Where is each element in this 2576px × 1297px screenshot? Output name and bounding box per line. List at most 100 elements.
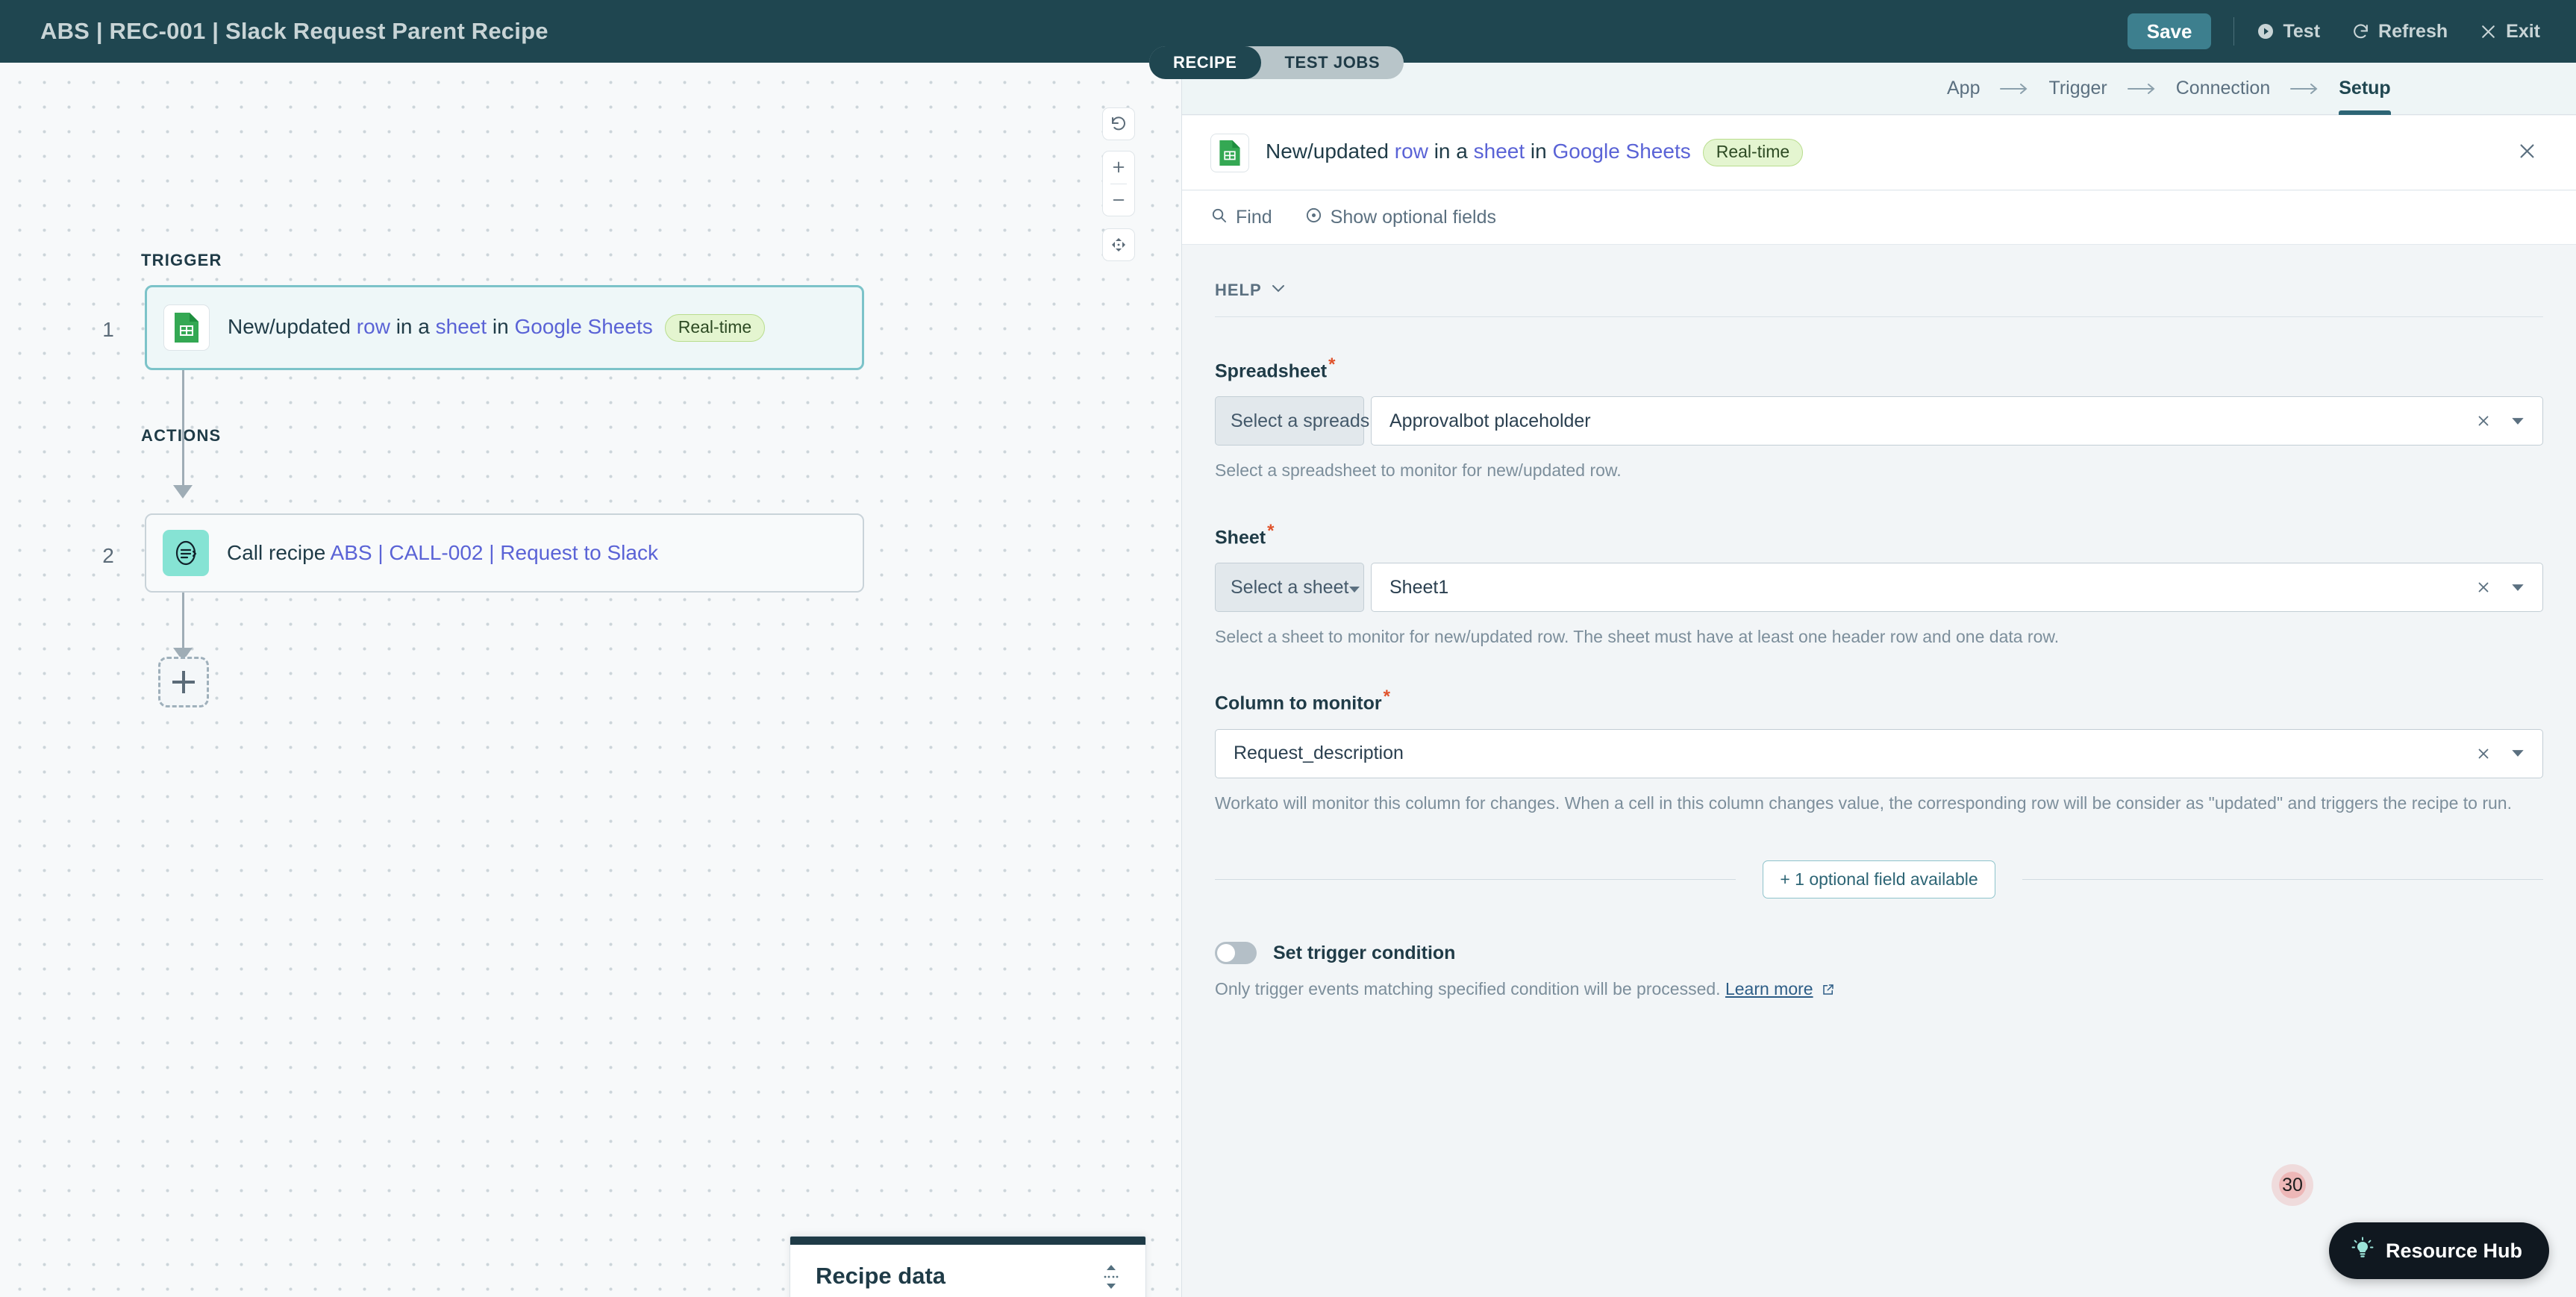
clear-icon[interactable]: [2466, 404, 2501, 438]
breadcrumb-item-trigger[interactable]: Trigger: [2048, 63, 2107, 115]
show-optional-fields-button[interactable]: Show optional fields: [1305, 207, 1496, 229]
trigger-section-label: TRIGGER: [141, 251, 222, 269]
trigger-condition-row: Set trigger condition: [1215, 942, 2543, 965]
panel-title-part-2: in a: [1428, 139, 1474, 163]
optional-fields-button[interactable]: + 1 optional field available: [1763, 860, 1995, 899]
field-hint-spreadsheet: Select a spreadsheet to monitor for new/…: [1215, 460, 1622, 481]
tab-test-jobs[interactable]: TEST JOBS: [1261, 46, 1404, 79]
zoom-out-button[interactable]: [1102, 184, 1135, 216]
panel-toolbar: Find Show optional fields: [1182, 191, 2576, 245]
breadcrumb-item-connection[interactable]: Connection: [2176, 63, 2270, 115]
recipe-step-trigger[interactable]: New/updated row in a sheet in Google She…: [145, 285, 864, 370]
trigger-text-link-app[interactable]: Google Sheets: [514, 314, 652, 337]
undo-icon[interactable]: [1102, 108, 1135, 140]
field-hint-column-to-monitor: Workato will monitor this column for cha…: [1215, 793, 2512, 813]
target-icon: [1305, 207, 1322, 229]
field-label-text: Column to monitor: [1215, 693, 1382, 714]
trigger-step-text: New/updated row in a sheet in Google She…: [228, 313, 766, 342]
spreadsheet-value-field[interactable]: Approvalbot placeholder: [1371, 396, 2543, 446]
refresh-icon: [2351, 22, 2370, 41]
field-column-to-monitor: Column to monitor* Request_description W…: [1215, 687, 2543, 816]
step-connector-arrow-1: [173, 485, 193, 499]
sheet-mode-label: Select a sheet: [1231, 576, 1349, 598]
step-config-panel: App Trigger Connection Setup New/updated…: [1181, 63, 2576, 1297]
canvas-zoom-controls[interactable]: [1102, 151, 1135, 216]
panel-title-link-app[interactable]: Google Sheets: [1552, 140, 1690, 163]
help-toggle[interactable]: HELP: [1215, 281, 1286, 300]
panel-title-link-sheet[interactable]: sheet: [1474, 140, 1525, 163]
resource-hub-button[interactable]: Resource Hub: [2328, 1222, 2549, 1279]
divider-line-left: [1215, 879, 1736, 881]
breadcrumb-item-app[interactable]: App: [1947, 63, 1980, 115]
trigger-text-part-0: New/updated: [228, 314, 357, 338]
field-label-spreadsheet: Spreadsheet*: [1215, 354, 2543, 382]
field-label-text: Sheet: [1215, 527, 1266, 548]
help-label: HELP: [1215, 281, 1262, 299]
fit-to-screen-icon[interactable]: [1102, 229, 1135, 260]
actions-section-label: ACTIONS: [141, 426, 222, 445]
resource-hub-badge: 30: [2272, 1164, 2313, 1206]
canvas-fit-button[interactable]: [1102, 228, 1135, 261]
recipe-canvas[interactable]: TRIGGER ACTIONS 1 2 New/updated row in a…: [0, 63, 1181, 1297]
step-number-2: 2: [102, 544, 114, 567]
tab-recipe[interactable]: RECIPE: [1149, 46, 1261, 79]
step-number-1: 1: [102, 318, 114, 341]
add-step-button[interactable]: [158, 657, 209, 707]
set-trigger-condition-toggle[interactable]: [1215, 942, 1257, 965]
recipe-step-action[interactable]: Call recipe ABS | CALL-002 | Request to …: [145, 513, 864, 593]
save-button[interactable]: Save: [2127, 13, 2212, 49]
breadcrumb-item-setup[interactable]: Setup: [2339, 63, 2392, 115]
find-label: Find: [1236, 207, 1272, 228]
field-control-row: Request_description: [1215, 728, 2543, 778]
google-sheets-icon: [163, 304, 210, 351]
setup-form: HELP Spreadsheet* Select a spreadsheet A…: [1182, 245, 2576, 1297]
show-optional-fields-label: Show optional fields: [1330, 207, 1497, 228]
column-to-monitor-value: Request_description: [1234, 743, 1404, 764]
action-text-link-recipe[interactable]: ABS | CALL-002 | Request to Slack: [331, 541, 658, 564]
test-label: Test: [2283, 20, 2321, 42]
top-bar-actions: Save Test Refresh Exit: [2127, 13, 2540, 49]
panel-title-link-row[interactable]: row: [1395, 140, 1428, 163]
canvas-undo-button[interactable]: [1102, 107, 1135, 140]
trigger-text-link-sheet[interactable]: sheet: [436, 314, 487, 337]
caret-down-icon[interactable]: [2501, 404, 2535, 438]
page-title: ABS | REC-001 | Slack Request Parent Rec…: [40, 18, 548, 44]
action-step-text: Call recipe ABS | CALL-002 | Request to …: [227, 541, 658, 565]
divider-line-right: [2022, 879, 2543, 881]
caret-down-icon[interactable]: [2501, 570, 2535, 604]
column-to-monitor-value-field[interactable]: Request_description: [1215, 728, 2543, 778]
find-button[interactable]: Find: [1210, 207, 1272, 229]
sheet-mode-select[interactable]: Select a sheet: [1215, 563, 1364, 612]
resource-hub-label: Resource Hub: [2385, 1239, 2522, 1262]
field-control-row: Select a sheet Sheet1: [1215, 563, 2543, 612]
spreadsheet-mode-select[interactable]: Select a spreadsheet: [1215, 396, 1417, 446]
caret-down-icon[interactable]: [2501, 737, 2535, 771]
caret-down-icon: [1348, 577, 1360, 599]
step-connector-2: [182, 593, 184, 652]
call-recipe-icon: [163, 530, 209, 576]
trigger-condition-hint-text: Only trigger events matching specified c…: [1215, 979, 1721, 999]
panel-title-part-1: New/updated: [1266, 139, 1395, 163]
arrow-right-icon: [2127, 83, 2157, 95]
optional-fields-divider: + 1 optional field available: [1215, 860, 2543, 899]
resize-handle-icon[interactable]: [1099, 1264, 1123, 1290]
refresh-button[interactable]: Refresh: [2351, 21, 2448, 43]
exit-label: Exit: [2506, 20, 2540, 42]
field-hint-sheet: Select a sheet to monitor for new/update…: [1215, 627, 2060, 646]
close-panel-button[interactable]: [2510, 137, 2543, 169]
step-connector-1: [182, 370, 184, 490]
zoom-in-button[interactable]: [1102, 151, 1135, 184]
test-button[interactable]: Test: [2257, 21, 2320, 43]
close-icon: [2479, 22, 2498, 41]
clear-icon[interactable]: [2466, 570, 2501, 604]
trigger-text-link-row[interactable]: row: [357, 314, 390, 337]
toggle-knob: [1217, 944, 1235, 963]
sheet-value-field[interactable]: Sheet1: [1371, 563, 2543, 612]
exit-button[interactable]: Exit: [2479, 21, 2540, 43]
chevron-down-icon: [1271, 284, 1286, 297]
search-icon: [1210, 207, 1228, 229]
learn-more-link[interactable]: Learn more: [1725, 979, 1813, 998]
clear-icon[interactable]: [2466, 737, 2501, 771]
field-label-column-to-monitor: Column to monitor*: [1215, 687, 2543, 714]
recipe-data-panel[interactable]: Recipe data Use data from a previous ste…: [790, 1236, 1146, 1297]
